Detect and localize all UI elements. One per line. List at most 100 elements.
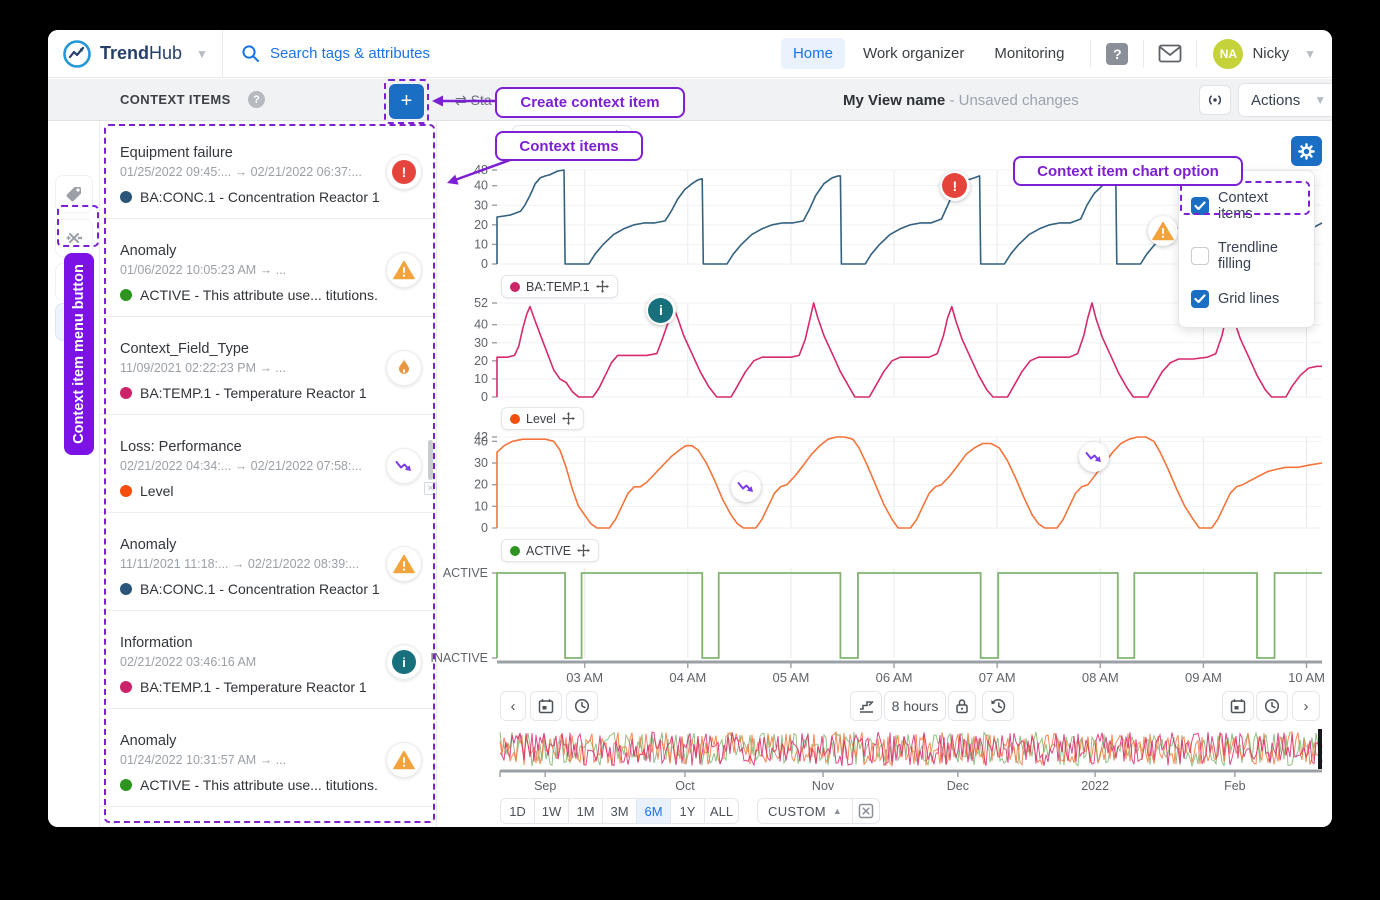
range-3m-button[interactable]: 3M (602, 798, 637, 824)
lock-duration-button[interactable] (948, 691, 976, 721)
legend-chip-ba-temp-1[interactable]: BA:TEMP.1 (501, 275, 618, 298)
chart-marker-loss[interactable] (1079, 442, 1109, 472)
context-item-type-icon[interactable] (386, 742, 422, 778)
context-item-title: Context_Field_Type (120, 341, 249, 357)
context-item-series: BA:CONC.1 - Concentration Reactor 1 (120, 581, 380, 597)
series-color-dot (120, 289, 132, 301)
gear-icon (1298, 143, 1315, 160)
search-input[interactable] (270, 45, 510, 62)
checkbox-unchecked-icon[interactable] (1191, 247, 1209, 265)
legend-color-dot (510, 282, 520, 292)
context-item-type-icon[interactable]: i (386, 644, 422, 680)
trendhub-logo-icon (62, 39, 92, 69)
broadcast-button[interactable] (1199, 85, 1231, 115)
checkbox-checked-icon[interactable] (1191, 290, 1209, 308)
chart-marker-warning[interactable] (1148, 216, 1178, 246)
alert-icon: ! (392, 160, 416, 184)
brand[interactable]: TrendHub ▼ (48, 39, 222, 69)
duration-button[interactable]: 8 hours (884, 691, 946, 721)
menu-option-grid-lines[interactable]: Grid lines (1179, 281, 1314, 317)
actions-button[interactable]: Actions▼ (1238, 83, 1332, 117)
legend-color-dot (510, 546, 520, 556)
context-item-type-icon[interactable] (386, 546, 422, 582)
context-item-daterange: 02/21/2022 04:34:... → 02/21/2022 07:58:… (120, 459, 362, 473)
annotation-chart-option: Context item chart option (1013, 156, 1243, 186)
search-icon (241, 44, 260, 63)
actions-chevron-down-icon: ▼ (1314, 93, 1326, 107)
context-item-daterange: 11/11/2021 11:18:... → 02/21/2022 08:39:… (120, 557, 359, 571)
context-item-row[interactable]: Equipment failure01/25/2022 09:45:... → … (100, 121, 436, 219)
menu-option-context-items[interactable]: Context items (1179, 181, 1314, 231)
legend-chip-active[interactable]: ACTIVE (501, 539, 599, 562)
pan-right-button[interactable]: › (1292, 691, 1320, 721)
user-menu[interactable]: NA Nicky ▼ (1197, 39, 1332, 69)
chart-options-button[interactable] (1291, 136, 1322, 166)
context-item-row[interactable]: Loss: Performance02/21/2022 04:34:... → … (100, 415, 436, 513)
stacked-toggle-partial[interactable]: ⇄ Sta (455, 92, 492, 109)
clear-custom-range-button[interactable] (852, 798, 880, 824)
context-item-type-icon[interactable] (386, 448, 422, 484)
context-item-row[interactable]: Anomaly01/24/2022 10:31:57 AM → ...ACTIV… (100, 709, 436, 807)
legend-label: Level (526, 412, 556, 426)
range-1d-button[interactable]: 1D (500, 798, 535, 824)
info-icon: i (648, 298, 673, 323)
checkbox-checked-icon[interactable] (1191, 197, 1209, 215)
toolbar-band: CONTEXT ITEMS ? + ⇄ Sta My View name - U… (48, 79, 1332, 121)
sidebar-item-calculations[interactable] (55, 219, 93, 257)
end-time-button[interactable] (1256, 691, 1288, 721)
reset-time-button[interactable] (982, 691, 1014, 721)
lock-icon (955, 698, 969, 714)
global-search[interactable] (223, 44, 528, 63)
left-icon-rail (48, 121, 100, 827)
sidebar-item-tags[interactable] (55, 175, 93, 213)
menu-option-label: Grid lines (1218, 291, 1279, 307)
context-items-title: CONTEXT ITEMS (120, 92, 231, 107)
list-scroll-corner[interactable]: ✕ (424, 482, 437, 495)
legend-label: ACTIVE (526, 544, 571, 558)
tab-home[interactable]: Home (781, 38, 845, 69)
chart-marker-alert[interactable]: ! (940, 171, 970, 201)
help-button[interactable]: ? (1091, 30, 1143, 77)
chart-marker-info[interactable]: i (646, 295, 676, 325)
chart-mode-button[interactable] (850, 691, 882, 721)
pan-left-button[interactable]: ‹ (500, 691, 526, 721)
create-context-item-button[interactable]: + (389, 84, 424, 119)
context-item-series: Level (120, 483, 173, 499)
context-item-row[interactable]: Anomaly11/11/2021 11:18:... → 02/21/2022… (100, 513, 436, 611)
menu-option-trendline-filling[interactable]: Trendline filling (1179, 231, 1314, 281)
context-item-type-icon[interactable] (386, 350, 422, 386)
context-item-series: BA:TEMP.1 - Temperature Reactor 1 (120, 385, 367, 401)
custom-range-button[interactable]: CUSTOM▲ (757, 798, 853, 824)
range-all-button[interactable]: ALL (704, 798, 739, 824)
range-1w-button[interactable]: 1W (534, 798, 569, 824)
range-1y-button[interactable]: 1Y (670, 798, 705, 824)
context-item-series: BA:CONC.1 - Concentration Reactor 1 (120, 189, 380, 205)
range-1m-button[interactable]: 1M (568, 798, 603, 824)
calendar-icon (538, 698, 554, 714)
start-time-button[interactable] (566, 691, 598, 721)
end-date-button[interactable] (1222, 691, 1254, 721)
annotation-create-context-item: Create context item (495, 87, 685, 118)
context-item-row[interactable]: Information02/21/2022 03:46:16 AMBA:TEMP… (100, 611, 436, 709)
range-6m-button[interactable]: 6M (636, 798, 671, 824)
series-label: ACTIVE - This attribute use... titutions… (140, 777, 378, 793)
chart-marker-loss[interactable] (731, 472, 761, 502)
start-date-button[interactable] (530, 691, 562, 721)
messages-button[interactable] (1144, 30, 1196, 77)
nav-tabs: HomeWork organizerMonitoring (781, 38, 1077, 69)
list-scrollbar[interactable] (428, 440, 433, 480)
tab-work-organizer[interactable]: Work organizer (851, 38, 976, 69)
context-item-daterange: 02/21/2022 03:46:16 AM (120, 655, 256, 669)
series-color-dot (120, 485, 132, 497)
context-item-title: Equipment failure (120, 145, 233, 161)
brand-chevron-down-icon[interactable]: ▼ (196, 47, 208, 61)
warning-icon (393, 750, 415, 770)
warning-icon (393, 554, 415, 574)
context-item-row[interactable]: Anomaly01/06/2022 10:05:23 AM → ...ACTIV… (100, 219, 436, 317)
tab-monitoring[interactable]: Monitoring (982, 38, 1076, 69)
context-item-type-icon[interactable]: ! (386, 154, 422, 190)
legend-chip-level[interactable]: Level (501, 407, 584, 430)
context-items-help-icon[interactable]: ? (248, 91, 265, 108)
context-item-row[interactable]: Context_Field_Type11/09/2021 02:22:23 PM… (100, 317, 436, 415)
context-item-type-icon[interactable] (386, 252, 422, 288)
